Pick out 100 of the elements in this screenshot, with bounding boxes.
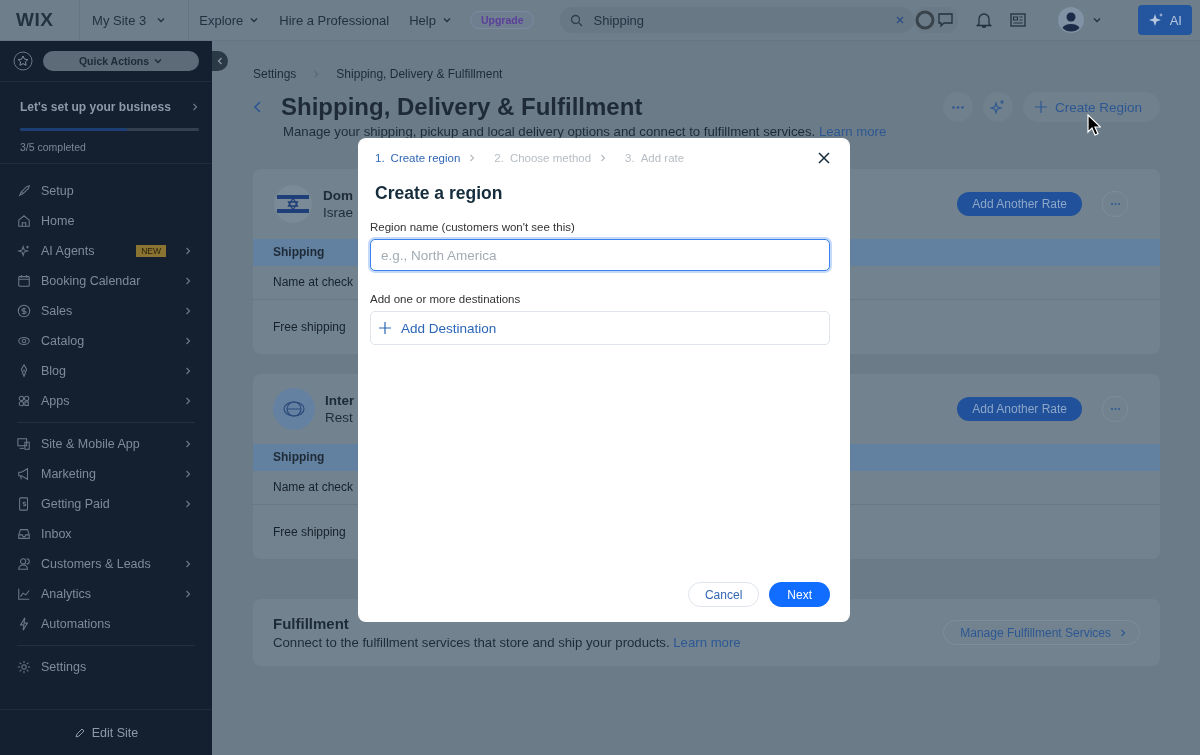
sparkle-icon [989,99,1006,115]
new-badge: NEW [136,245,166,257]
page-title: Shipping, Delivery & Fulfillment [281,93,644,121]
sidebar-item[interactable]: Blog [0,356,212,386]
site-selector[interactable]: My Site 3 [80,0,190,40]
sidebar-item[interactable]: Booking Calendar [0,266,212,296]
chevron-right-icon [184,246,192,256]
table-cell: Name at check [273,480,354,494]
section-title: Fulfillment [273,615,350,632]
chevron-down-icon [156,15,167,25]
chevron-down-icon [441,15,452,25]
chevron-right-icon [184,396,192,406]
sidebar-item[interactable]: Inbox [0,519,212,549]
wizard-step: 2. Choose method [494,151,592,164]
nav-menu-item[interactable]: Explore [189,12,270,28]
close-icon[interactable] [818,151,830,164]
chevron-right-icon [184,469,192,479]
collapse-sidebar-button[interactable] [212,51,228,71]
cancel-button[interactable]: Cancel [687,582,760,607]
search-field[interactable]: Shipping [560,7,914,33]
sidebar-item[interactable]: Customers & Leads [0,549,212,579]
nav-menu-item[interactable]: Help [399,12,462,28]
sidebar-item[interactable]: Sales [0,296,212,326]
plus-icon [379,322,391,334]
chevron-right-icon [184,276,192,286]
avatar-icon [1057,7,1084,33]
inbox-icon [17,527,31,541]
chevron-right-icon [184,439,192,449]
sidebar-item[interactable]: AI Agents NEW [0,236,212,266]
chevron-right-icon [184,306,192,316]
search-icon [570,13,584,27]
chevron-right-icon [184,559,192,569]
sidebar-item[interactable]: Home [0,206,212,236]
sidebar-item[interactable]: Analytics [0,579,212,609]
field-label: Add one or more destinations [370,293,522,305]
setup-title[interactable]: Let's set up your business [20,100,171,114]
sidebar-item[interactable]: Getting Paid [0,489,212,519]
sparkle-icon [17,244,31,258]
add-rate-button[interactable]: Add Another Rate [957,397,1082,421]
apps-icon [17,394,31,408]
calendar-icon [17,274,31,288]
chevron-right-icon [184,336,192,346]
pencil-icon [73,726,86,739]
devices-icon [17,437,31,451]
chevron-right-icon [599,152,608,163]
megaphone-icon [17,467,31,481]
payment-icon [17,497,31,511]
chevron-down-icon [1091,15,1102,25]
chevron-right-icon [1119,627,1127,638]
ai-assist-button[interactable] [982,92,1013,122]
add-rate-button[interactable]: Add Another Rate [957,192,1082,216]
region-name: Dom [323,188,353,203]
sidebar-item[interactable]: Settings [0,652,212,682]
mouse-cursor-icon [1087,114,1101,136]
table-cell: Free shipping [273,525,346,539]
next-button[interactable]: Next [769,582,830,607]
account-menu[interactable] [1057,7,1102,33]
progress-text: 3/5 completed [20,141,87,153]
edit-site-button[interactable]: Edit Site [67,724,145,741]
settings-icon [17,660,31,674]
ai-button[interactable]: AI [1137,5,1192,35]
chart-icon [17,587,31,601]
plus-icon [1034,101,1047,113]
breadcrumb-link[interactable]: Settings [253,66,297,81]
bell-icon[interactable] [975,11,992,29]
wizard-step: 3. Add rate [625,151,685,164]
table-cell: Name at check [273,275,354,289]
chevron-right-icon [184,366,192,376]
sidebar-item[interactable]: Automations [0,609,212,639]
sidebar-item[interactable]: Marketing [0,459,212,489]
sidebar-item[interactable]: Apps [0,386,212,416]
wix-logo[interactable]: WIX [0,0,81,40]
add-destination-button[interactable]: Add Destination [370,311,830,345]
chevron-down-icon [153,56,164,66]
region-name-field[interactable]: e.g., North America [370,239,830,271]
region-name: Inter [325,393,355,408]
people-icon [17,557,31,571]
page-description: Manage your shipping, pickup and local delivery options and connect to fulfillment services. [283,124,816,139]
flag-icon [273,184,313,224]
wizard-step: 1. Create region [375,151,461,164]
bolt-icon [17,617,31,631]
chevron-right-icon [184,499,192,509]
chevron-down-icon [249,15,260,25]
globe-icon [273,388,315,430]
quick-actions-button[interactable]: Quick Actions [43,51,199,71]
sidebar-item[interactable]: Catalog [0,326,212,356]
search-input[interactable]: Shipping [591,11,888,29]
chevron-right-icon [468,152,477,163]
region-subtitle: Israe [323,205,353,220]
region-subtitle: Rest [325,410,353,425]
field-label: Region name (customers won't see this) [370,221,576,233]
newspaper-icon[interactable] [1009,13,1026,27]
table-cell: Free shipping [273,320,346,334]
nav-menu-item[interactable]: Hire a Professional [269,12,400,28]
eye-icon [17,334,31,348]
sidebar-item[interactable]: Setup [0,176,212,206]
chevron-right-icon [184,589,192,599]
sidebar-item[interactable]: Site & Mobile App [0,429,212,459]
more-icon [951,105,964,109]
modal-title: Create a region [375,183,504,204]
